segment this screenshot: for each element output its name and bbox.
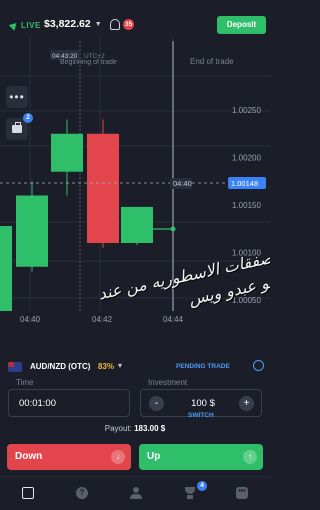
- live-label: LIVE: [21, 21, 41, 30]
- down-button[interactable]: Down ↓: [7, 444, 131, 470]
- up-label: Up: [147, 451, 161, 462]
- asset-selector[interactable]: AUD/NZD (OTC) 83% ▾ PENDING TRADE: [0, 356, 270, 378]
- bottom-nav: ? 4 •••: [0, 476, 270, 510]
- up-button[interactable]: Up ↑: [139, 444, 263, 470]
- trade-marker-1: ↑: [120, 225, 127, 234]
- chevron-down-icon: ▾: [118, 361, 123, 370]
- trade-marker-2: ↑: [128, 225, 135, 234]
- trades-badge: 2: [23, 113, 33, 123]
- investment-label: Investment: [146, 378, 190, 387]
- clock-icon[interactable]: [253, 360, 264, 371]
- payout-label: Payout:: [104, 424, 132, 433]
- chevron-down-icon: ▼: [94, 20, 102, 28]
- notification-badge: 35: [123, 19, 135, 30]
- y-tick-label: 1.00150: [232, 201, 261, 210]
- bell-icon[interactable]: [110, 19, 120, 30]
- user-icon[interactable]: [130, 487, 142, 499]
- trophy-badge: 4: [197, 481, 207, 491]
- arrow-up-icon: ↑: [243, 450, 257, 464]
- price-chart[interactable]: 1.00148 04:40 ↑ ↑ 1.00250 1.00200 1.00150 1…: [0, 36, 270, 326]
- candle-body: [51, 133, 83, 172]
- arrow-down-icon: ↓: [111, 450, 125, 464]
- deposit-button[interactable]: Deposit: [217, 16, 266, 34]
- live-indicator[interactable]: LIVE: [8, 20, 41, 31]
- payout-row: Payout: 183.00 $: [0, 424, 270, 433]
- briefcase-icon: [12, 122, 22, 133]
- candle-body: [87, 133, 119, 243]
- more-icon[interactable]: •••: [236, 487, 248, 499]
- y-tick-label: 1.00250: [232, 106, 261, 115]
- switch-button[interactable]: SWITCH: [188, 412, 214, 419]
- time-input[interactable]: 00:01:00: [8, 389, 130, 417]
- beginning-of-trade-label: Beginning of trade: [60, 59, 117, 66]
- flag-icon: [8, 362, 22, 372]
- trading-app: LIVE $3,822.62 ▼ 35 Deposit 1.00148 04:4…: [0, 0, 270, 510]
- end-of-trade-label: End of trade: [190, 57, 234, 66]
- current-price-text: 1.00148: [231, 179, 258, 188]
- live-arrow-icon: [8, 20, 20, 31]
- asset-payout-percent: 83%: [98, 362, 115, 371]
- balance-value: $3,822.62: [44, 18, 91, 30]
- candle-body: [16, 195, 48, 267]
- candles: [16, 119, 153, 272]
- more-options-button[interactable]: •••: [6, 86, 28, 108]
- asset-pair: AUD/NZD (OTC): [30, 362, 91, 371]
- chart-icon[interactable]: [22, 487, 34, 499]
- payout-value: 183.00 $: [134, 424, 166, 433]
- decrease-investment-button[interactable]: -: [149, 396, 164, 411]
- current-time-text: 04:40: [173, 179, 192, 188]
- candle-partial: [0, 226, 12, 311]
- down-label: Down: [15, 451, 43, 462]
- time-label: Time: [14, 378, 36, 387]
- help-icon[interactable]: ?: [76, 487, 88, 499]
- time-value: 00:01:00: [19, 398, 56, 409]
- x-tick-label: 04:40: [20, 315, 41, 324]
- pending-trade-link[interactable]: PENDING TRADE: [176, 363, 230, 370]
- increase-investment-button[interactable]: +: [239, 396, 254, 411]
- investment-value: 100 $: [191, 398, 215, 409]
- account-balance[interactable]: $3,822.62 ▼: [44, 18, 102, 30]
- trophy-icon[interactable]: [184, 487, 196, 499]
- y-tick-label: 1.00200: [232, 154, 261, 163]
- trade-entry-dot: [170, 226, 176, 232]
